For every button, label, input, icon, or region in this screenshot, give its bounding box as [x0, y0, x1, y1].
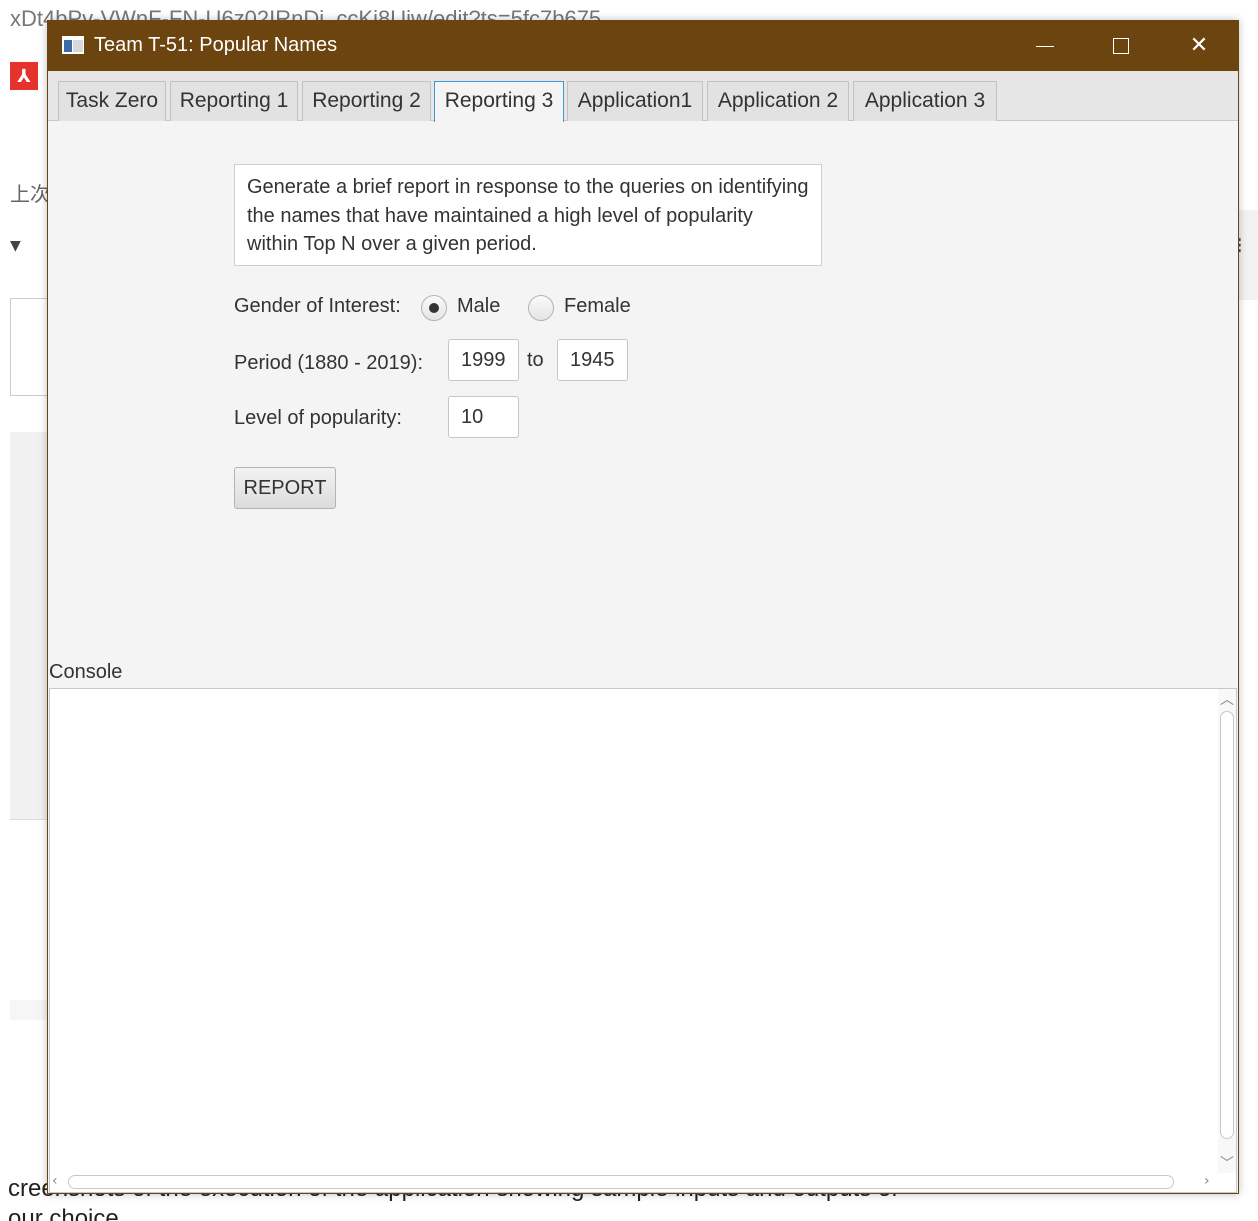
male-radio-label[interactable]: Male	[457, 295, 500, 318]
description-text-box: Generate a brief report in response to t…	[234, 164, 822, 266]
background-cjk-text: 上次	[10, 182, 50, 206]
background-app-logo-icon: ⅄	[10, 62, 38, 90]
tab-reporting-3[interactable]: Reporting 3	[434, 81, 564, 122]
background-gray-strip	[10, 1000, 50, 1020]
report-button[interactable]: REPORT	[234, 467, 336, 509]
background-gray-panel	[10, 432, 50, 820]
app-window: Team T-51: Popular Names ✕ Task Zero Rep…	[47, 20, 1239, 1194]
popularity-input[interactable]	[448, 396, 519, 438]
tab-task-zero[interactable]: Task Zero	[58, 81, 166, 121]
background-bottom-text-line2: our choice	[8, 1205, 119, 1221]
scroll-up-icon[interactable]: ︿	[1220, 689, 1234, 709]
background-panel	[10, 298, 50, 396]
title-bar[interactable]: Team T-51: Popular Names ✕	[48, 21, 1238, 71]
console-horizontal-scroll-thumb[interactable]	[68, 1175, 1174, 1189]
period-end-input[interactable]	[557, 339, 628, 381]
minimize-icon	[1036, 45, 1054, 47]
console-vertical-scroll-thumb[interactable]	[1220, 711, 1234, 1139]
period-label: Period (1880 - 2019):	[234, 352, 424, 374]
console-text-area[interactable]	[49, 688, 1237, 1193]
scroll-down-icon[interactable]: ﹀	[1220, 1153, 1234, 1173]
tab-bar: Task Zero Reporting 1 Reporting 2 Report…	[48, 71, 1238, 122]
close-icon: ✕	[1189, 33, 1209, 58]
close-button[interactable]: ✕	[1160, 21, 1238, 71]
period-start-input[interactable]	[448, 339, 519, 381]
maximize-button[interactable]	[1082, 21, 1160, 71]
tab-application-3[interactable]: Application 3	[853, 81, 997, 121]
maximize-icon	[1113, 38, 1129, 54]
console-label: Console	[49, 661, 123, 683]
scroll-left-icon[interactable]: ‹	[52, 1173, 58, 1189]
tab-application-2[interactable]: Application 2	[707, 81, 849, 121]
app-window-icon	[62, 36, 84, 54]
female-radio[interactable]	[528, 295, 554, 321]
female-radio-label[interactable]: Female	[564, 295, 631, 318]
background-caret-down-icon: ▼	[10, 238, 21, 254]
window-title: Team T-51: Popular Names	[94, 34, 338, 56]
tab-application-1[interactable]: Application1	[567, 81, 703, 121]
tab-reporting-2[interactable]: Reporting 2	[302, 81, 431, 121]
gender-label: Gender of Interest:	[234, 295, 401, 317]
minimize-button[interactable]	[1006, 21, 1084, 71]
tab-reporting-1[interactable]: Reporting 1	[170, 81, 298, 121]
scroll-right-icon[interactable]: ›	[1204, 1173, 1210, 1189]
popularity-label: Level of popularity:	[234, 407, 402, 429]
period-to-label: to	[527, 349, 544, 371]
male-radio[interactable]	[421, 295, 447, 321]
